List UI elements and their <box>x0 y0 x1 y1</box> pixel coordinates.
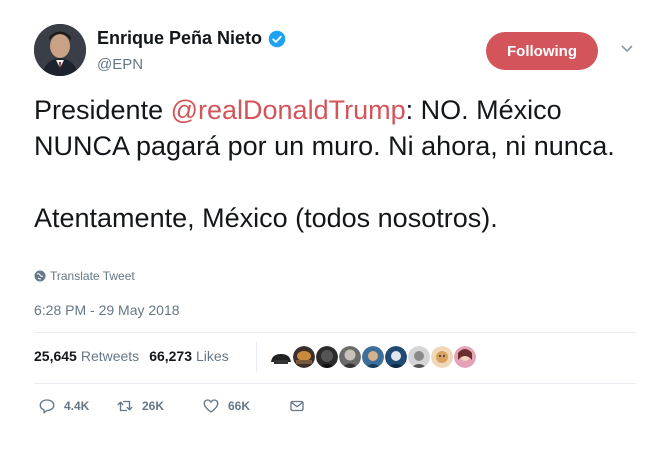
retweet-button[interactable]: 26K <box>116 397 202 415</box>
divider-top <box>34 332 636 333</box>
avatar-image <box>34 24 86 76</box>
liker-avatar[interactable] <box>270 346 292 368</box>
retweets-stat[interactable]: 25,645 Retweets <box>34 348 139 364</box>
likes-label: Likes <box>196 348 229 364</box>
liker-avatar[interactable] <box>339 346 361 368</box>
verified-badge-icon <box>268 30 286 47</box>
retweet-count: 26K <box>142 399 165 413</box>
divider-bottom <box>34 383 636 384</box>
reply-count: 4.4K <box>64 399 90 413</box>
tweet-text: Presidente @realDonaldTrump: NO. México … <box>34 92 634 236</box>
tweet-actions: 4.4K 26K 66K <box>38 397 314 415</box>
translate-tweet-link[interactable]: Translate Tweet <box>34 269 135 283</box>
liker-avatar[interactable] <box>385 346 407 368</box>
likes-count: 66,273 <box>149 348 193 364</box>
like-count: 66K <box>228 399 251 413</box>
liker-avatars <box>270 346 477 368</box>
liker-avatar[interactable] <box>454 346 476 368</box>
author-handle[interactable]: @EPN <box>97 56 143 73</box>
direct-message-button[interactable] <box>288 397 314 415</box>
likes-stat[interactable]: 66,273 Likes <box>149 348 229 364</box>
author-avatar[interactable] <box>34 24 86 76</box>
tweet-mention-link[interactable]: @realDonaldTrump <box>171 95 406 125</box>
chevron-down-icon[interactable] <box>620 44 634 54</box>
retweet-icon <box>117 400 133 412</box>
tweet-prefix: Presidente <box>34 95 171 125</box>
tweet-stats: 25,645 Retweets 66,273 Likes <box>34 348 229 364</box>
retweets-label: Retweets <box>80 348 140 364</box>
liker-avatar[interactable] <box>362 346 384 368</box>
following-button[interactable]: Following <box>486 32 598 70</box>
tweet-timestamp[interactable]: 6:28 PM - 29 May 2018 <box>34 302 180 318</box>
like-icon <box>203 399 219 413</box>
message-icon <box>290 400 304 412</box>
liker-avatar[interactable] <box>431 346 453 368</box>
stats-separator <box>256 342 257 372</box>
reply-button[interactable]: 4.4K <box>38 397 116 415</box>
liker-avatar[interactable] <box>408 346 430 368</box>
author-name-row: Enrique Peña Nieto <box>97 28 286 49</box>
liker-avatar[interactable] <box>316 346 338 368</box>
retweets-count: 25,645 <box>34 348 77 364</box>
liker-avatar[interactable] <box>293 346 315 368</box>
author-name[interactable]: Enrique Peña Nieto <box>97 28 262 49</box>
like-button[interactable]: 66K <box>202 397 288 415</box>
globe-icon <box>34 270 46 282</box>
reply-icon <box>39 399 55 414</box>
translate-label[interactable]: Translate Tweet <box>50 269 135 283</box>
